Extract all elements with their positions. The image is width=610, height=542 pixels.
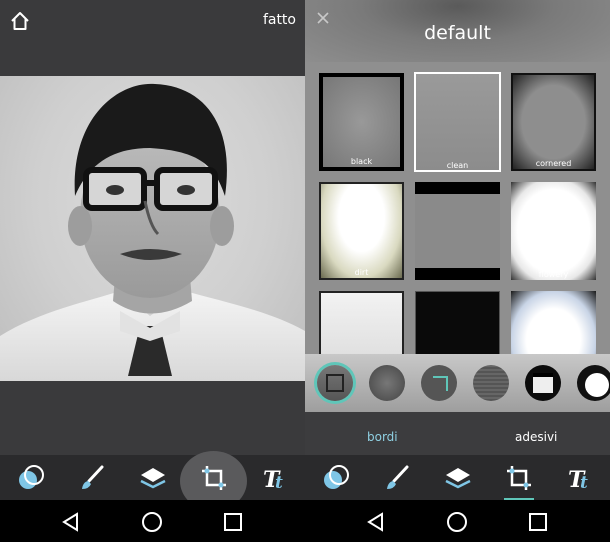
frame-label: clean (446, 161, 469, 170)
crop-frame-icon (506, 465, 531, 490)
frames-screen: default black clean cornered dirt film f… (305, 0, 610, 542)
pack-thumb[interactable] (577, 365, 610, 401)
frame-tile[interactable] (319, 291, 404, 354)
frame-tile[interactable] (415, 291, 500, 354)
tool-layers[interactable] (427, 455, 488, 500)
tool-crop-frame[interactable] (488, 455, 549, 500)
frames-grid: black clean cornered dirt film flowery (305, 62, 610, 354)
frame-tile-dirt[interactable]: dirt (319, 182, 404, 280)
tool-effects[interactable] (305, 455, 366, 500)
frame-corner-icon (326, 374, 344, 392)
frames-tabs: bordi adesivi (305, 412, 610, 457)
tool-brush[interactable] (366, 455, 427, 500)
tool-brush[interactable] (61, 455, 122, 500)
tool-layers[interactable] (122, 455, 183, 500)
home-icon[interactable] (9, 10, 31, 32)
effects-icon (323, 464, 349, 489)
editor-top-bar: fatto (0, 0, 305, 44)
frame-pack-strip (305, 354, 610, 412)
layers-icon (444, 467, 471, 488)
frame-tile-flowery[interactable]: flowery (511, 182, 596, 280)
done-button[interactable]: fatto (263, 12, 296, 28)
editor-toolbar: T t (0, 451, 305, 511)
frame-tile-black[interactable]: black (319, 73, 404, 171)
frame-tile-cornered[interactable]: cornered (511, 73, 596, 171)
back-nav-icon[interactable] (59, 510, 83, 534)
frame-label: cornered (535, 159, 572, 168)
pack-thumb[interactable] (525, 365, 561, 401)
effects-icon (18, 464, 44, 489)
photo-canvas[interactable] (0, 76, 305, 381)
svg-text:t: t (275, 473, 283, 493)
tab-bordi[interactable]: bordi (367, 430, 398, 444)
svg-text:t: t (580, 473, 588, 493)
tool-text[interactable]: T t (549, 455, 610, 500)
brush-icon (81, 465, 103, 489)
back-nav-icon[interactable] (364, 510, 388, 534)
frame-label: flowery (538, 270, 569, 279)
text-icon: T t (263, 467, 283, 493)
crop-frame-icon (201, 465, 226, 490)
flowery-frame-icon (585, 373, 609, 397)
pack-thumb[interactable] (369, 365, 405, 401)
recents-nav-icon[interactable] (221, 510, 245, 534)
frame-tile[interactable] (511, 291, 596, 354)
text-icon: T t (568, 467, 588, 493)
pack-title: default (424, 22, 491, 44)
layers-icon (139, 467, 166, 488)
tab-adesivi[interactable]: adesivi (515, 430, 557, 444)
frame-corner-icon (433, 376, 448, 391)
film-frame-icon (533, 373, 553, 393)
portrait-photo (0, 83, 305, 381)
frames-header: default (305, 0, 610, 62)
tool-text[interactable]: T t (244, 455, 305, 500)
brush-icon (386, 465, 408, 489)
pack-thumb[interactable] (421, 365, 457, 401)
frame-label: dirt (354, 268, 369, 277)
frame-tile-film[interactable]: film (415, 182, 500, 280)
frame-label: black (350, 157, 373, 166)
home-nav-icon[interactable] (445, 510, 469, 534)
android-nav-bar (0, 500, 305, 542)
pack-thumb[interactable] (317, 365, 353, 401)
home-nav-icon[interactable] (140, 510, 164, 534)
recents-nav-icon[interactable] (526, 510, 550, 534)
tool-crop-frame[interactable] (180, 451, 247, 511)
tool-effects[interactable] (0, 455, 61, 500)
frame-label: film (449, 270, 466, 279)
editor-toolbar: T t (305, 455, 610, 500)
frame-tile-clean[interactable]: clean (414, 72, 501, 172)
android-nav-bar (305, 500, 610, 542)
pack-thumb[interactable] (473, 365, 509, 401)
editor-screen: fatto T t (0, 0, 305, 542)
